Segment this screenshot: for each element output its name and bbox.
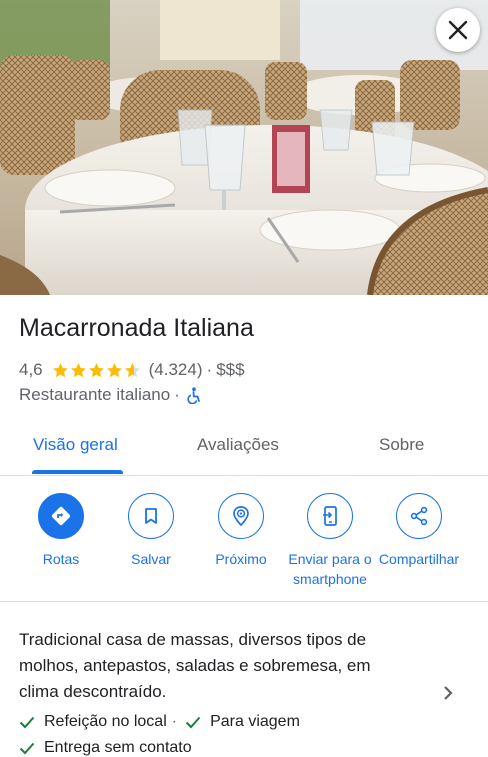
check-icon [185,715,201,729]
send-to-phone-button[interactable]: Enviar para o smartphone [280,493,380,589]
directions-icon [38,493,84,539]
nearby-label: Próximo [215,551,267,567]
restaurant-photo-image [0,0,488,295]
save-button[interactable]: Salvar [101,493,201,569]
rating-value: 4,6 [19,360,43,379]
place-photo[interactable] [0,0,488,295]
tab-overview[interactable]: Visão geral [33,435,118,455]
features-row: Refeição no local · Para viagem [19,713,300,731]
feature-takeout: Para viagem [210,713,300,730]
star-icon [70,362,86,377]
star-icon [88,362,104,377]
check-icon [19,741,35,755]
close-icon [448,20,468,40]
nearby-button[interactable]: Próximo [191,493,291,569]
share-label: Compartilhar [378,551,460,567]
tab-about[interactable]: Sobre [379,435,424,455]
star-icon [124,362,140,377]
review-count[interactable]: (4.324) [149,360,203,380]
save-label: Salvar [131,551,171,567]
place-title: Macarronada Italiana [19,314,254,342]
share-icon [396,493,442,539]
share-button[interactable]: Compartilhar [369,493,469,569]
star-icon [52,362,68,377]
active-tab-indicator [32,470,123,474]
separator: · [174,385,180,404]
send-to-phone-icon [307,493,353,539]
features-row: Entrega sem contato [19,739,192,757]
directions-button[interactable]: Rotas [11,493,111,569]
chevron-right-icon [442,685,454,706]
price-level: $$$ [216,360,245,379]
feature-contactless-delivery: Entrega sem contato [44,739,192,756]
place-description: Tradicional casa de massas, diversos tip… [19,630,371,701]
star-icon [106,362,122,377]
nearby-icon [218,493,264,539]
rating-row: 4,6 (4.324) · $$$ [19,360,245,380]
about-summary[interactable]: Tradicional casa de massas, diversos tip… [0,601,488,757]
wheelchair-icon [186,386,202,404]
send-to-phone-label: Enviar para o smartphone [288,549,371,589]
category-row: Restaurante italiano · [19,385,202,405]
bookmark-icon [128,493,174,539]
place-category[interactable]: Restaurante italiano [19,385,170,405]
send-to-phone-label-line1: Enviar para o [288,551,372,567]
feature-dine-in: Refeição no local [44,713,167,730]
action-bar: Rotas Salvar Próximo Enviar para o smart… [0,493,488,602]
send-to-phone-label-line2: smartphone [293,571,367,587]
close-button[interactable] [436,8,480,52]
tab-reviews[interactable]: Avaliações [197,435,279,455]
rating-stars [52,362,142,379]
separator: · [171,713,178,730]
directions-label: Rotas [42,551,80,567]
tab-bar: Visão geral Avaliações Sobre [0,421,488,476]
check-icon [19,715,35,729]
separator: · [206,360,213,379]
